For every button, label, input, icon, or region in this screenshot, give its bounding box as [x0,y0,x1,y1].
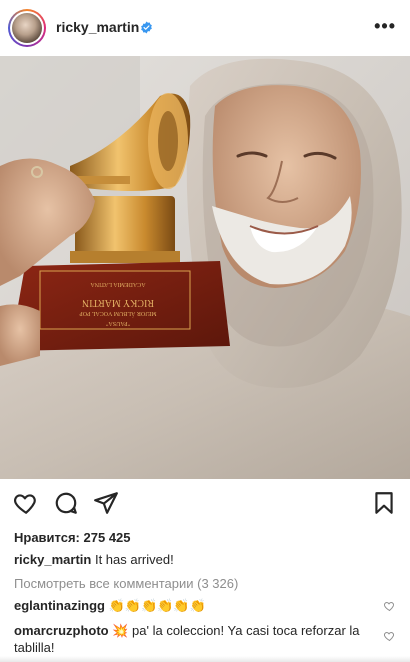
svg-text:"PAUSA": "PAUSA" [105,320,130,326]
post-image[interactable]: ACADEMIA LATINA RICKY MARTIN MEJOR ÁLBUM… [0,56,410,479]
likes-count[interactable]: Нравится: 275 425 [14,530,131,545]
cutoff-edge [0,656,410,662]
caption-text: It has arrived! [94,552,174,567]
post-photo-illustration: ACADEMIA LATINA RICKY MARTIN MEJOR ÁLBUM… [0,56,410,479]
comment-item: eglantinazingg 👏👏👏👏👏👏 [14,597,374,614]
more-options-icon[interactable]: ••• [374,16,396,37]
svg-text:MEJOR ÁLBUM VOCAL POP: MEJOR ÁLBUM VOCAL POP [79,310,157,318]
svg-text:ACADEMIA LATINA: ACADEMIA LATINA [90,281,146,287]
comment-like-heart-icon[interactable] [383,600,396,612]
avatar-border [10,11,44,45]
avatar-image [12,13,42,43]
svg-text:RICKY MARTIN: RICKY MARTIN [82,297,154,308]
post-header: ricky_martin ••• [0,0,410,56]
comment-username[interactable]: eglantinazingg [14,598,105,613]
likes-number: 275 425 [83,530,131,545]
send-icon[interactable] [93,490,119,516]
post-caption: ricky_martin It has arrived! [14,552,174,567]
comment-text: 👏👏👏👏👏👏 [108,598,206,613]
likes-label: Нравится: [14,530,80,545]
view-all-comments-link[interactable]: Посмотреть все комментарии (3 326) [14,576,238,591]
heart-icon[interactable] [13,490,39,516]
post-author-username[interactable]: ricky_martin [56,19,139,35]
comment-like-heart-icon[interactable] [383,630,396,642]
comment-item: omarcruzphoto 💥 pa' la coleccion! Ya cas… [14,622,374,656]
post-action-bar [0,490,410,520]
avatar[interactable] [8,9,46,47]
caption-username[interactable]: ricky_martin [14,552,91,567]
comment-icon[interactable] [53,490,79,516]
verified-badge-icon [141,21,152,34]
bookmark-icon[interactable] [371,490,397,516]
comment-username[interactable]: omarcruzphoto [14,623,109,638]
